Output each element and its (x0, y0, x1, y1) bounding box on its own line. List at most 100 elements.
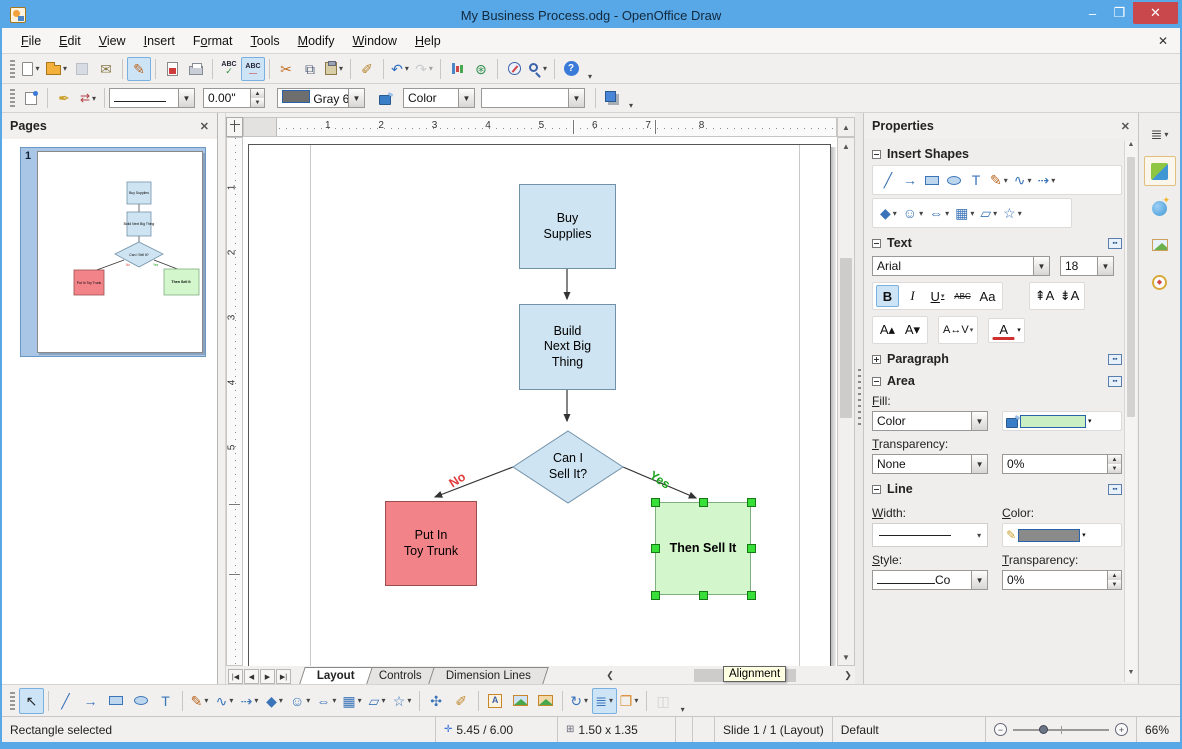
flowchart-shape-buy-supplies[interactable]: Buy Supplies (519, 184, 616, 269)
hyperlink-button[interactable]: ⊛ (469, 57, 493, 81)
line-dialog-button[interactable]: ✒ (52, 86, 76, 110)
expand-icon[interactable] (872, 354, 881, 364)
dropdown-arrow[interactable]: ▾ (339, 64, 343, 73)
zoom-slider-thumb[interactable] (1039, 724, 1048, 734)
dropdown-arrow[interactable]: ▾ (970, 209, 974, 218)
dropdown-arrow[interactable]: ▾ (893, 209, 897, 218)
email-document-button[interactable]: ✉ (94, 57, 118, 81)
dialog-launcher-icon[interactable] (1108, 353, 1122, 365)
scroll-down-icon[interactable]: ▼ (838, 649, 854, 665)
fontwork-button[interactable] (483, 688, 508, 714)
curve-button[interactable]: ✎ ▾ (187, 688, 212, 714)
dropdown-arrow[interactable]: ▾ (1027, 176, 1031, 185)
alignment-button[interactable]: ≣ ▾ (591, 687, 617, 714)
line-color-picker[interactable]: ✎ ▾ (1002, 523, 1122, 547)
open-button[interactable]: ▾ (43, 57, 70, 81)
navigator-button[interactable] (502, 57, 526, 81)
insert-lines-arrows-button[interactable]: ⇢ ▾ (1035, 168, 1059, 192)
scrollbar-thumb[interactable] (840, 258, 852, 418)
scrollbar-thumb[interactable] (1127, 157, 1135, 417)
zoom-slider[interactable] (1013, 724, 1109, 734)
ellipse-button[interactable] (128, 688, 153, 714)
decrease-spacing-icon[interactable]: ⇟A (1058, 285, 1081, 307)
toolbar-grip[interactable] (10, 59, 15, 78)
insert-chart-button[interactable] (445, 57, 469, 81)
dropdown-arrow[interactable]: ▼ (178, 89, 194, 107)
font-name-select[interactable]: Arial ▼ (872, 256, 1050, 276)
copy-button[interactable]: ⧉ (298, 57, 322, 81)
dropdown-arrow[interactable]: ▼ (458, 89, 474, 107)
section-line[interactable]: Line (872, 482, 1122, 496)
line-width-spinner[interactable]: 0.00" ▲ ▼ (203, 88, 265, 108)
line-arrow-button[interactable]: → (78, 688, 103, 714)
dropdown-arrow[interactable]: ▾ (919, 209, 923, 218)
print-button[interactable] (184, 57, 208, 81)
dropdown-arrow[interactable]: ▼ (971, 455, 988, 473)
export-pdf-button[interactable] (160, 57, 184, 81)
tab-layout[interactable]: Layout (299, 667, 373, 684)
gallery-button[interactable] (533, 688, 558, 714)
dropdown-arrow[interactable]: ▾ (35, 64, 39, 73)
insert-line-arrow-button[interactable]: → (899, 168, 921, 192)
menu-edit[interactable]: Edit (50, 30, 90, 52)
tab-dimension-lines[interactable]: Dimension Lines (427, 667, 549, 684)
navigator-tab[interactable] (1144, 267, 1176, 297)
dropdown-arrow[interactable]: ▼ (1033, 257, 1049, 275)
arrow-style-button[interactable]: ⇄ ▾ (76, 86, 100, 110)
panel-splitter[interactable] (218, 113, 226, 684)
dropdown-arrow[interactable]: ▾ (381, 696, 385, 705)
flowchart-shape-then-sell-it[interactable]: Then Sell It (655, 502, 751, 595)
dropdown-arrow[interactable]: ▾ (1088, 417, 1092, 425)
vertical-scrollbar[interactable]: ▲ ▼ (837, 137, 855, 666)
edit-points-button[interactable]: ✣ (424, 688, 449, 714)
dropdown-arrow[interactable]: ▾ (1017, 326, 1021, 334)
selection-handle[interactable] (747, 591, 756, 600)
dropdown-arrow[interactable]: ▾ (609, 696, 613, 705)
transparency-type-select[interactable]: None ▼ (872, 454, 989, 474)
rectangle-button[interactable] (103, 688, 128, 714)
bold-button[interactable]: B (876, 285, 899, 307)
fill-color-select[interactable]: ▼ (481, 88, 585, 108)
dialog-launcher-icon[interactable] (1108, 483, 1122, 495)
line-width-select[interactable]: ▾ (872, 523, 989, 547)
from-file-button[interactable] (508, 688, 533, 714)
menu-tools[interactable]: Tools (241, 30, 288, 52)
line-button[interactable]: ╱ (53, 688, 78, 714)
selection-handle[interactable] (651, 591, 660, 600)
format-paintbrush-button[interactable]: ✐ (355, 57, 379, 81)
dropdown-arrow[interactable]: ▾ (229, 696, 233, 705)
styles-tab[interactable] (1144, 230, 1176, 260)
dropdown-arrow[interactable]: ▾ (1018, 209, 1022, 218)
flowchart-button[interactable]: ▦ ▾ (339, 688, 364, 714)
basic-shapes-button[interactable]: ◆ ▾ (262, 688, 287, 714)
selection-handle[interactable] (747, 498, 756, 507)
new-document-button[interactable]: ▾ (19, 57, 43, 81)
dialog-launcher-icon[interactable] (1108, 237, 1122, 249)
dropdown-arrow[interactable]: ▼ (970, 412, 987, 430)
last-page-icon[interactable]: ▶| (276, 669, 291, 684)
spin-up-icon[interactable]: ▲ (251, 89, 264, 98)
menu-format[interactable]: Format (184, 30, 242, 52)
zoom-out-icon[interactable]: − (994, 723, 1007, 736)
styles-button[interactable] (19, 86, 43, 110)
dropdown-arrow[interactable]: ▼ (1097, 257, 1113, 275)
dropdown-arrow[interactable]: ▾ (993, 209, 997, 218)
undo-button[interactable]: ↶ ▾ (388, 57, 412, 81)
dropdown-arrow[interactable]: ▾ (332, 696, 336, 705)
dropdown-arrow[interactable]: ▾ (254, 696, 258, 705)
dropdown-arrow[interactable]: ▾ (92, 94, 96, 103)
change-case-button[interactable]: Aa (976, 285, 999, 307)
insert-text-button[interactable]: T (965, 168, 987, 192)
decrease-font-button[interactable]: A▾ (901, 319, 924, 341)
dropdown-arrow[interactable]: ▾ (407, 696, 411, 705)
toolbar-overflow-button[interactable]: ▾ (585, 72, 595, 83)
previous-page-icon[interactable]: ◀ (244, 669, 259, 684)
line-style-select[interactable]: Co ▼ (872, 570, 989, 590)
pages-panel-close-icon[interactable]: ✕ (200, 120, 209, 133)
transparency-spinner[interactable]: 0% ▲ ▼ (1002, 454, 1122, 474)
menu-modify[interactable]: Modify (289, 30, 344, 52)
flowchart-shape-build-next-big-thing[interactable]: Build Next Big Thing (519, 304, 616, 390)
sidebar-menu-button[interactable]: ≣ ▾ (1144, 119, 1176, 149)
line-style-select[interactable]: ▼ (109, 88, 195, 108)
section-paragraph[interactable]: Paragraph (872, 352, 1122, 366)
